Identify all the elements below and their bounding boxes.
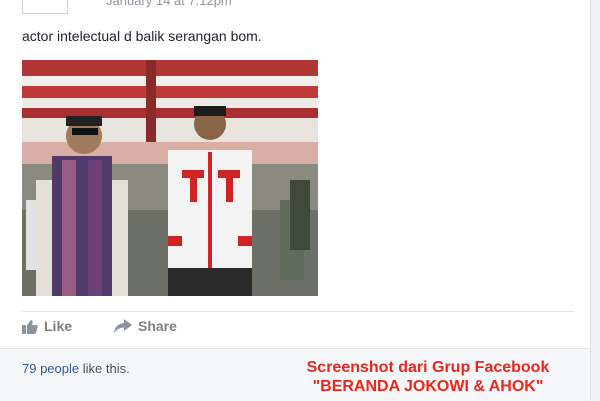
caption-line-2: "BERANDA JOKOWI & AHOK": [312, 378, 544, 395]
action-divider: [22, 311, 574, 312]
share-label: Share: [138, 318, 177, 334]
like-button[interactable]: Like: [22, 318, 72, 334]
post-photo[interactable]: [22, 60, 318, 296]
page-logo-icon[interactable]: [22, 0, 68, 14]
post-timestamp[interactable]: January 14 at 7:12pm: [106, 0, 232, 8]
post-text: actor intelectual d balik serangan bom.: [22, 28, 262, 44]
like-icon: [22, 319, 38, 334]
likes-summary: 79 people like this.: [22, 361, 130, 376]
likes-suffix: like this.: [79, 361, 130, 376]
like-label: Like: [44, 318, 73, 334]
facebook-post: January 14 at 7:12pm actor intelectual d…: [0, 0, 591, 401]
likes-count-link[interactable]: 79 people: [22, 361, 79, 376]
share-button[interactable]: Share: [114, 318, 177, 334]
screenshot-caption: Screenshot dari Grup Facebook "BERANDA J…: [268, 358, 588, 396]
share-icon: [114, 319, 132, 333]
caption-line-1: Screenshot dari Grup Facebook: [306, 359, 550, 376]
